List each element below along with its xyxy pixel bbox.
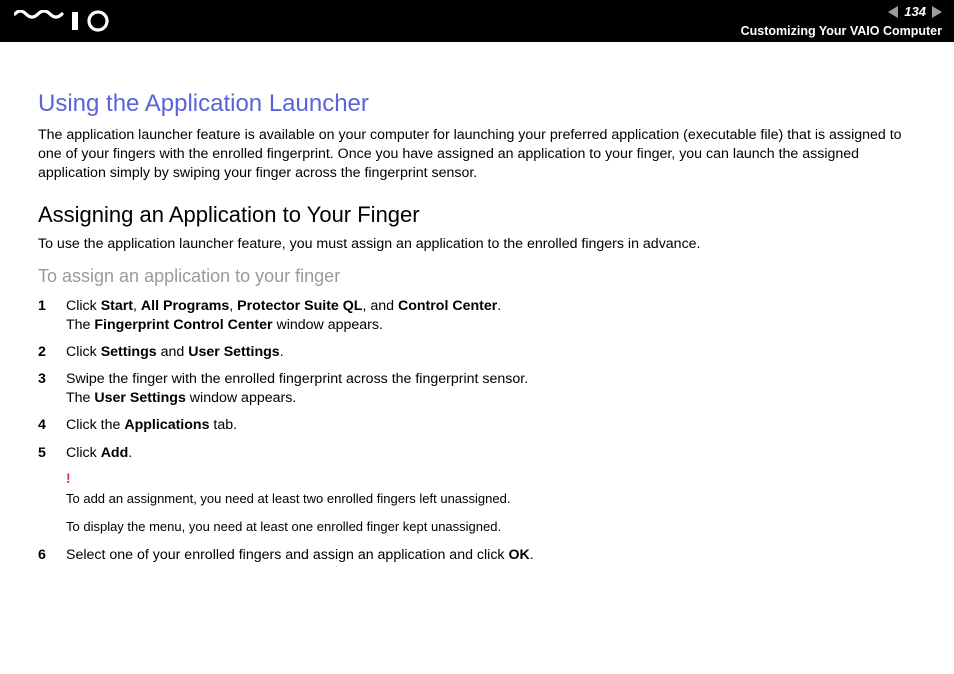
- page-next-icon[interactable]: [932, 6, 942, 18]
- text: .: [280, 344, 284, 360]
- text: Click: [66, 298, 101, 314]
- text: Click: [66, 344, 101, 360]
- text: Click: [66, 445, 101, 461]
- bold: Fingerprint Control Center: [94, 317, 272, 333]
- step-2: Click Settings and User Settings.: [38, 343, 920, 362]
- bold: Applications: [124, 417, 209, 433]
- text: .: [128, 445, 132, 461]
- text: tab.: [209, 417, 237, 433]
- text: .: [497, 298, 501, 314]
- steps-list: Click Start, All Programs, Protector Sui…: [38, 297, 920, 566]
- page-number: 134: [902, 4, 928, 19]
- note-line-1: To add an assignment, you need at least …: [66, 490, 920, 508]
- text: ,: [229, 298, 237, 314]
- text: and: [157, 344, 189, 360]
- step-1: Click Start, All Programs, Protector Sui…: [38, 297, 920, 335]
- text: Click the: [66, 417, 124, 433]
- vaio-logo: [14, 10, 118, 32]
- section-title: Using the Application Launcher: [38, 90, 920, 118]
- note-block: ! To add an assignment, you need at leas…: [66, 469, 920, 536]
- text: .: [530, 547, 534, 563]
- subsection-title: Assigning an Application to Your Finger: [38, 202, 920, 228]
- header-bar: 134 Customizing Your VAIO Computer: [0, 0, 954, 42]
- bold: Settings: [101, 344, 157, 360]
- bold: Add: [101, 445, 129, 461]
- bold: User Settings: [188, 344, 279, 360]
- page-prev-icon[interactable]: [888, 6, 898, 18]
- task-title: To assign an application to your finger: [38, 266, 920, 287]
- subsection-lead: To use the application launcher feature,…: [38, 236, 920, 252]
- breadcrumb: Customizing Your VAIO Computer: [741, 24, 942, 38]
- bold: Control Center: [398, 298, 497, 314]
- section-body: The application launcher feature is avai…: [38, 126, 920, 184]
- text: window appears.: [186, 390, 296, 406]
- bold: User Settings: [94, 390, 185, 406]
- text: window appears.: [273, 317, 383, 333]
- page-badge: 134: [888, 4, 942, 19]
- step-3: Swipe the finger with the enrolled finge…: [38, 370, 920, 408]
- text: Select one of your enrolled fingers and …: [66, 547, 508, 563]
- bold: All Programs: [141, 298, 229, 314]
- step-4: Click the Applications tab.: [38, 416, 920, 435]
- page-content: Using the Application Launcher The appli…: [0, 42, 954, 565]
- step-6: Select one of your enrolled fingers and …: [38, 546, 920, 565]
- text: ,: [133, 298, 141, 314]
- bold: Start: [101, 298, 133, 314]
- note-line-2: To display the menu, you need at least o…: [66, 518, 920, 536]
- text: The: [66, 317, 94, 333]
- text: The: [66, 390, 94, 406]
- header-right: 134 Customizing Your VAIO Computer: [741, 4, 942, 38]
- bold: Protector Suite QL: [237, 298, 362, 314]
- text: Swipe the finger with the enrolled finge…: [66, 371, 528, 387]
- step-5: Click Add. ! To add an assignment, you n…: [38, 444, 920, 536]
- warning-icon: !: [66, 469, 920, 488]
- bold: OK: [508, 547, 529, 563]
- text: , and: [362, 298, 398, 314]
